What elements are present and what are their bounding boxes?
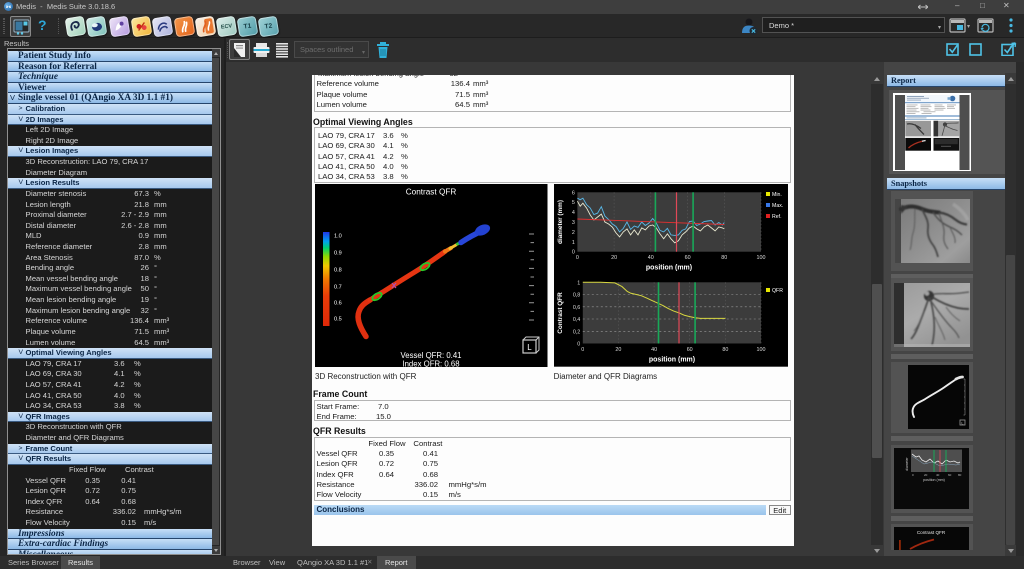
svg-text:1: 1 xyxy=(577,281,580,287)
svg-text:Contrast QFR: Contrast QFR xyxy=(406,187,457,196)
svg-text:0,6: 0,6 xyxy=(572,305,579,311)
svg-text:80: 80 xyxy=(958,473,962,477)
svg-text:1.0: 1.0 xyxy=(334,233,342,239)
svg-text:Min.: Min. xyxy=(772,192,782,198)
svg-text:position (mm): position (mm) xyxy=(649,357,695,364)
svg-text:60: 60 xyxy=(686,347,692,353)
svg-text:2: 2 xyxy=(572,230,575,236)
svg-text:1: 1 xyxy=(572,240,575,246)
svg-text:0.5: 0.5 xyxy=(334,316,342,322)
svg-text:60: 60 xyxy=(948,473,952,477)
svg-text:4: 4 xyxy=(572,210,575,216)
svg-text:40: 40 xyxy=(651,347,657,353)
svg-text:20: 20 xyxy=(615,347,621,353)
svg-text:0: 0 xyxy=(581,347,584,353)
svg-text:5: 5 xyxy=(572,200,575,206)
svg-text:Ref.: Ref. xyxy=(772,214,782,220)
svg-text:40: 40 xyxy=(936,473,940,477)
svg-text:diameter: diameter xyxy=(905,457,909,471)
svg-text:40: 40 xyxy=(647,255,653,261)
svg-text:80: 80 xyxy=(721,255,727,261)
svg-text:Contrast QFR: Contrast QFR xyxy=(557,292,564,334)
svg-text:20: 20 xyxy=(611,255,617,261)
svg-text:3: 3 xyxy=(572,220,575,226)
svg-text:100: 100 xyxy=(756,255,765,261)
svg-text:diameter (mm): diameter (mm) xyxy=(557,200,564,244)
svg-text:Index QFR: 0.68: Index QFR: 0.68 xyxy=(402,359,459,367)
svg-text:0.6: 0.6 xyxy=(334,300,342,306)
svg-text:Contrast QFR: Contrast QFR xyxy=(917,530,946,535)
svg-text:position (mm): position (mm) xyxy=(923,478,945,482)
svg-text:0,4: 0,4 xyxy=(572,317,579,323)
svg-text:100: 100 xyxy=(756,347,765,353)
svg-text:Max.: Max. xyxy=(772,203,783,209)
svg-text:position (mm): position (mm) xyxy=(646,265,692,272)
svg-text:L: L xyxy=(527,343,532,352)
svg-text:0: 0 xyxy=(572,250,575,256)
svg-text:6: 6 xyxy=(572,191,575,197)
svg-text:80: 80 xyxy=(722,347,728,353)
svg-text:0.8: 0.8 xyxy=(334,267,342,273)
svg-text:0: 0 xyxy=(577,342,580,348)
svg-text:60: 60 xyxy=(684,255,690,261)
svg-text:0: 0 xyxy=(576,255,579,261)
svg-text:0,2: 0,2 xyxy=(572,330,579,336)
svg-text:0.9: 0.9 xyxy=(334,250,342,256)
svg-text:0,8: 0,8 xyxy=(572,293,579,299)
svg-text:20: 20 xyxy=(924,473,928,477)
svg-text:0.7: 0.7 xyxy=(334,284,342,290)
svg-text:QFR: QFR xyxy=(772,288,783,294)
